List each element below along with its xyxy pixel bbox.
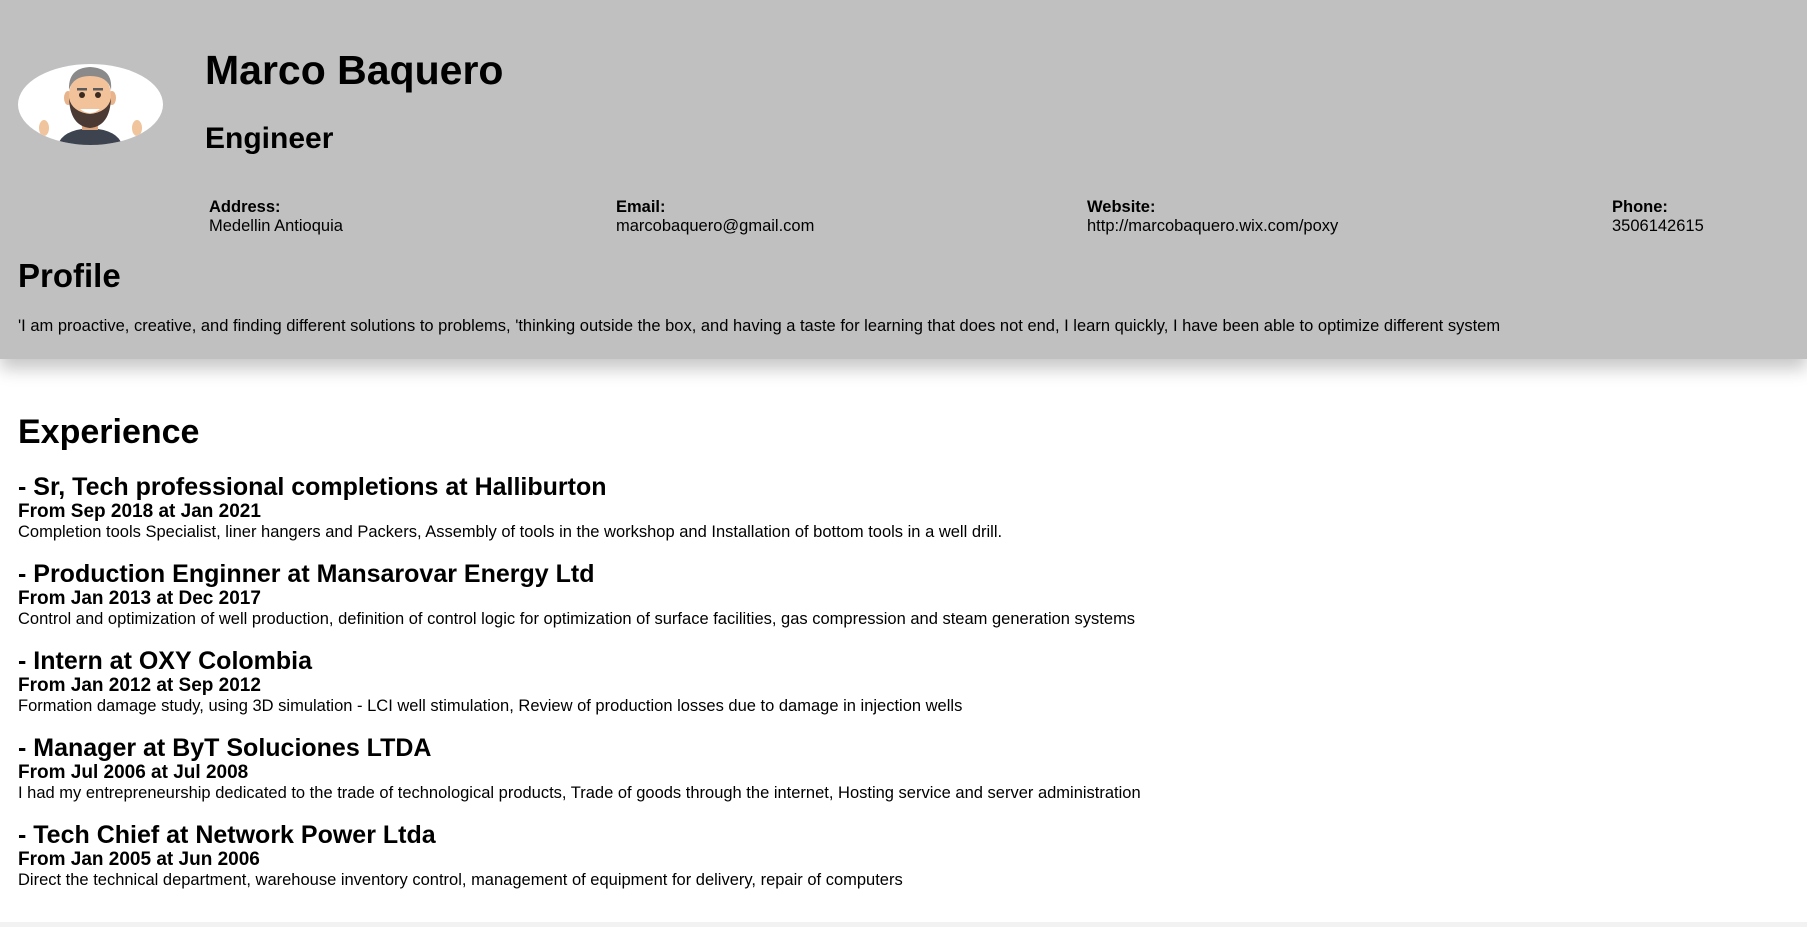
job-entry: - Sr, Tech professional completions at H…	[18, 473, 1798, 542]
job-description: I had my entrepreneurship dedicated to t…	[18, 784, 1141, 802]
job-description: Formation damage study, using 3D simulat…	[18, 697, 963, 715]
job-entry: - Manager at ByT Soluciones LTDA From Ju…	[18, 734, 1798, 803]
job-title: - Intern at OXY Colombia	[18, 647, 313, 675]
job-entry: - Intern at OXY Colombia From Jan 2012 a…	[18, 647, 1798, 716]
phone-label: Phone:	[1612, 198, 1668, 216]
contact-address: Address: Medellin Antioquia	[209, 198, 343, 236]
page-bottom-divider	[0, 922, 1807, 927]
experience-title: Experience	[18, 413, 200, 451]
experience-section: Experience - Sr, Tech professional compl…	[18, 414, 1798, 908]
job-description: Direct the technical department, warehou…	[18, 871, 903, 889]
job-title: - Manager at ByT Soluciones LTDA	[18, 734, 432, 762]
job-entry: - Production Enginner at Mansarovar Ener…	[18, 560, 1798, 629]
address-label: Address:	[209, 198, 281, 216]
website-label: Website:	[1087, 198, 1156, 216]
bearded-man-avatar-icon	[39, 67, 142, 145]
profile-text: 'I am proactive, creative, and finding d…	[18, 317, 1501, 335]
job-dates: From Jan 2005 at Jun 2006	[18, 849, 260, 870]
address-value: Medellin Antioquia	[209, 217, 343, 235]
job-title: - Production Enginner at Mansarovar Ener…	[18, 560, 595, 588]
job-description: Completion tools Specialist, liner hange…	[18, 523, 1003, 541]
job-dates: From Jan 2013 at Dec 2017	[18, 588, 261, 609]
profile-title: Profile	[18, 257, 121, 294]
job-entry: - Tech Chief at Network Power Ltda From …	[18, 821, 1798, 890]
header-section: Marco Baquero Engineer Address: Medellin…	[0, 0, 1807, 359]
person-role: Engineer	[205, 122, 334, 155]
email-label: Email:	[616, 198, 666, 216]
job-dates: From Jul 2006 at Jul 2008	[18, 762, 249, 783]
email-value: marcobaquero@gmail.com	[616, 217, 815, 235]
job-title: - Tech Chief at Network Power Ltda	[18, 821, 436, 849]
job-dates: From Jan 2012 at Sep 2012	[18, 675, 261, 696]
website-value: http://marcobaquero.wix.com/poxy	[1087, 217, 1339, 235]
contact-website: Website: http://marcobaquero.wix.com/pox…	[1087, 198, 1338, 236]
person-name: Marco Baquero	[205, 47, 504, 93]
avatar	[18, 64, 163, 145]
contact-phone: Phone: 3506142615	[1612, 198, 1704, 236]
phone-value: 3506142615	[1612, 217, 1704, 235]
job-dates: From Sep 2018 at Jan 2021	[18, 501, 261, 522]
job-title: - Sr, Tech professional completions at H…	[18, 473, 607, 501]
job-description: Control and optimization of well product…	[18, 610, 1136, 628]
contact-email: Email: marcobaquero@gmail.com	[616, 198, 814, 236]
